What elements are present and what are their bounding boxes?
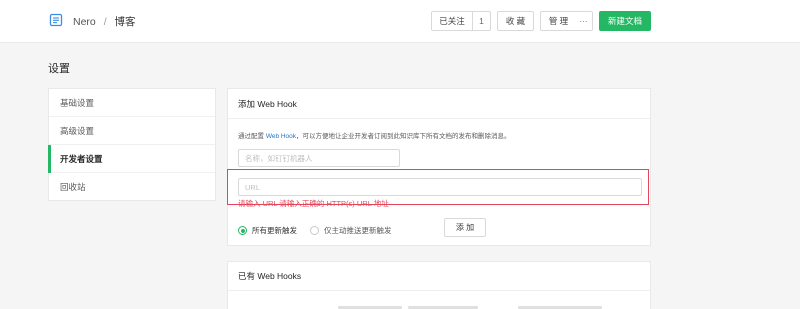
manage-button[interactable]: 管 理: [540, 11, 577, 31]
existing-webhooks-title: 已有 Web Hooks: [228, 262, 650, 291]
webhook-name-input[interactable]: [238, 149, 400, 167]
radio-all-updates[interactable]: 所有更新触发: [238, 225, 297, 236]
existing-webhooks-panel: 已有 Web Hooks: [227, 261, 651, 309]
star-button[interactable]: 收 藏: [497, 11, 534, 31]
breadcrumb-separator: /: [103, 16, 107, 28]
more-button[interactable]: ···: [575, 11, 593, 31]
radio-all-label[interactable]: 所有更新触发: [252, 225, 297, 236]
sidebar-item-recycle-bin[interactable]: 回收站: [49, 173, 215, 201]
breadcrumb: Nero / 博客: [73, 14, 136, 29]
add-webhook-button[interactable]: 添 加: [444, 218, 486, 237]
sidebar-item-basic[interactable]: 基础设置: [49, 89, 215, 117]
description-prefix: 通过配置: [238, 133, 266, 140]
book-icon[interactable]: [49, 13, 63, 27]
new-document-button[interactable]: 新建文档: [599, 11, 651, 31]
webhook-description: 通过配置 Web Hook，可以方便地让企业开发者订阅到此知识库下所有文档的发布…: [238, 130, 511, 140]
follow-count[interactable]: 1: [473, 11, 491, 31]
add-webhook-panel: 添加 Web Hook 通过配置 Web Hook，可以方便地让企业开发者订阅到…: [227, 88, 651, 246]
url-error-message: 请输入 URL 请输入正确的 HTTP(s) URL 地址: [238, 199, 389, 208]
radio-checked-icon[interactable]: [238, 226, 247, 235]
top-header: Nero / 博客 已关注 1 收 藏 管 理 ··· 新建文档: [0, 0, 800, 43]
settings-sidebar: 基础设置 高级设置 开发者设置 回收站: [48, 88, 216, 201]
radio-unchecked-icon[interactable]: [310, 226, 319, 235]
breadcrumb-current[interactable]: 博客: [115, 16, 136, 28]
panel-title: 添加 Web Hook: [228, 89, 650, 119]
sidebar-item-developer[interactable]: 开发者设置: [48, 145, 215, 173]
page-title: 设置: [48, 63, 70, 75]
radio-manual-push[interactable]: 仅主动推送更新触发: [310, 225, 392, 236]
description-suffix: ，可以方便地让企业开发者订阅到此知识库下所有文档的发布和删除消息。: [296, 133, 511, 140]
webhook-url-input[interactable]: [238, 178, 642, 196]
webhook-doc-link[interactable]: Web Hook: [266, 133, 296, 140]
breadcrumb-user[interactable]: Nero: [73, 16, 96, 28]
radio-manual-label[interactable]: 仅主动推送更新触发: [324, 225, 392, 236]
sidebar-item-advanced[interactable]: 高级设置: [49, 117, 215, 145]
follow-button[interactable]: 已关注: [431, 11, 473, 31]
